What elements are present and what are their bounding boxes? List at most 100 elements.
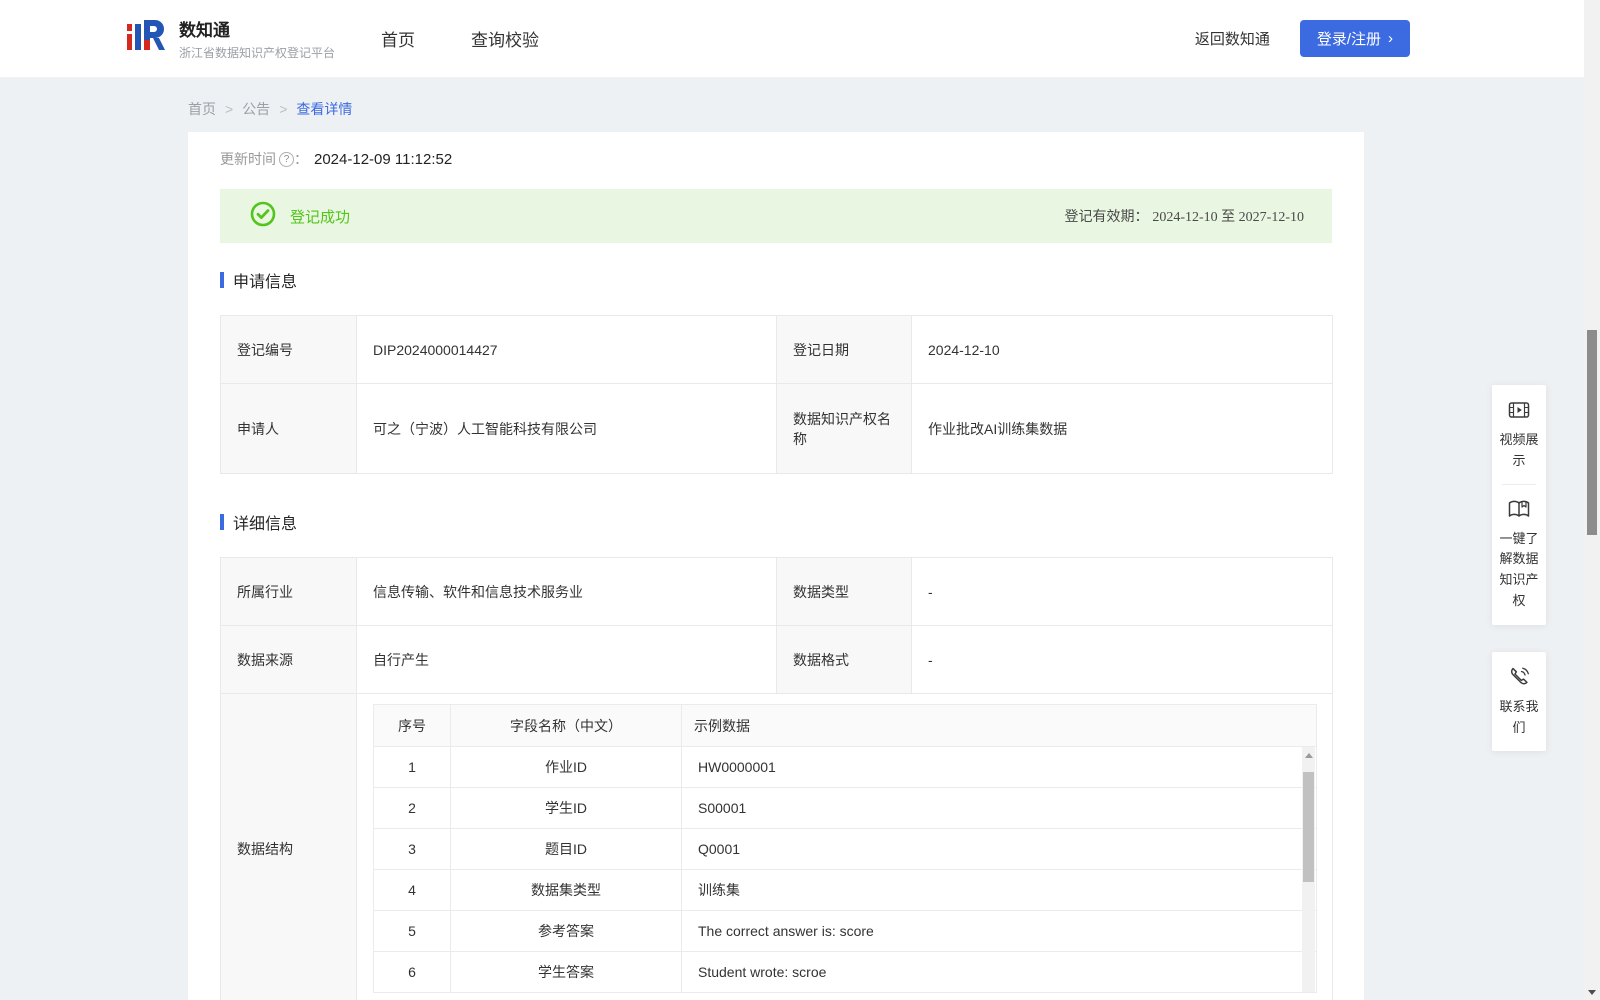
- nav-item-verify[interactable]: 查询校验: [471, 26, 539, 51]
- structure-row: 6 学生答案 Student wrote: scroe: [373, 951, 1317, 993]
- field-label: 数据格式: [776, 625, 912, 694]
- scroll-down-arrow-icon[interactable]: [1588, 990, 1596, 995]
- field-value: -: [911, 625, 1333, 694]
- field-label: 申请人: [220, 383, 357, 474]
- cell-sample: S00001: [681, 787, 1317, 829]
- field-value: -: [911, 557, 1333, 626]
- registration-status-banner: 登记成功 登记有效期： 2024-12-10 至 2027-12-10: [220, 189, 1332, 243]
- cell-index: 6: [373, 951, 451, 993]
- table-row: 所属行业 信息传输、软件和信息技术服务业 数据类型 -: [220, 557, 1333, 626]
- field-value: 可之（宁波）人工智能科技有限公司: [356, 383, 777, 474]
- back-to-shuzhitong-link[interactable]: 返回数知通: [1195, 28, 1270, 49]
- field-value: 自行产生: [356, 625, 777, 694]
- structure-cell: 序号 字段名称（中文） 示例数据 1 作业ID HW0000001 2 学生ID…: [356, 693, 1333, 1000]
- contact-us-label: 联系我们: [1499, 698, 1539, 735]
- section-title-application: 申请信息: [220, 268, 1332, 292]
- page-scrollbar-thumb[interactable]: [1587, 330, 1597, 535]
- breadcrumb: 首页 > 公告 > 查看详情: [188, 99, 1600, 119]
- field-value: 信息传输、软件和信息技术服务业: [356, 557, 777, 626]
- data-structure-table: 序号 字段名称（中文） 示例数据 1 作业ID HW0000001 2 学生ID…: [373, 704, 1317, 993]
- cell-index: 2: [373, 787, 451, 829]
- structure-row: 3 题目ID Q0001: [373, 828, 1317, 870]
- update-time-value: 2024-12-09 11:12:52: [314, 150, 453, 168]
- detail-info-table: 所属行业 信息传输、软件和信息技术服务业 数据类型 - 数据来源 自行产生 数据…: [220, 557, 1333, 1000]
- structure-row: 2 学生ID S00001: [373, 787, 1317, 829]
- cell-sample: 训练集: [681, 869, 1317, 911]
- field-label: 数据知识产权名称: [776, 383, 912, 474]
- logo-mark-icon: [125, 14, 169, 63]
- contact-us-button[interactable]: 联系我们: [1492, 651, 1546, 752]
- status-text: 登记成功: [290, 208, 351, 226]
- video-demo-button[interactable]: 视频展示: [1494, 398, 1544, 472]
- validity-value: 2024-12-10 至 2027-12-10: [1152, 210, 1304, 225]
- breadcrumb-separator: >: [279, 101, 288, 117]
- update-time-label: 更新时间: [220, 151, 276, 167]
- login-register-button[interactable]: 登录/注册 ›: [1299, 20, 1410, 57]
- cell-index: 5: [373, 910, 451, 952]
- quick-guide-button[interactable]: 一键了解数据知识产权: [1494, 497, 1544, 612]
- field-label: 数据类型: [776, 557, 912, 626]
- logo-title: 数知通: [179, 21, 230, 40]
- scroll-up-arrow-icon[interactable]: [1304, 753, 1313, 758]
- site-logo[interactable]: 数知通 浙江省数据知识产权登记平台: [125, 14, 335, 63]
- cell-sample: Q0001: [681, 828, 1317, 870]
- structure-row: 5 参考答案 The correct answer is: score: [373, 910, 1317, 952]
- breadcrumb-announcement[interactable]: 公告: [242, 99, 270, 119]
- quick-guide-label: 一键了解数据知识产权: [1499, 530, 1539, 608]
- cell-field-name: 题目ID: [450, 828, 682, 870]
- structure-row: 1 作业ID HW0000001: [373, 746, 1317, 788]
- field-value: 作业批改AI训练集数据: [911, 383, 1333, 474]
- video-icon: [1508, 402, 1530, 418]
- field-value: 2024-12-10: [911, 315, 1333, 384]
- section-marker: [220, 514, 224, 530]
- cell-sample: The correct answer is: score: [681, 910, 1317, 952]
- book-icon: [1508, 500, 1530, 517]
- cell-sample: Student wrote: scroe: [681, 951, 1317, 993]
- table-row: 登记编号 DIP2024000014427 登记日期 2024-12-10: [220, 315, 1333, 384]
- update-time-row: 更新时间 ? ： 2024-12-09 11:12:52: [220, 149, 1332, 169]
- nav-item-home[interactable]: 首页: [381, 26, 415, 51]
- column-header: 字段名称（中文）: [450, 704, 682, 747]
- floating-side-panel: 视频展示 一键了解数据知识产权 联系我们: [1492, 385, 1546, 752]
- video-demo-label: 视频展示: [1499, 432, 1539, 468]
- structure-header-row: 序号 字段名称（中文） 示例数据: [373, 704, 1317, 747]
- main-nav: 首页 查询校验: [381, 26, 539, 51]
- divider: [1502, 483, 1536, 485]
- top-bar: 数知通 浙江省数据知识产权登记平台 首页 查询校验 返回数知通 登录/注册 ›: [0, 0, 1600, 78]
- section-marker: [220, 272, 224, 288]
- update-time-colon: ：: [294, 151, 308, 167]
- table-row-structure: 数据结构 序号 字段名称（中文） 示例数据 1 作业ID HW0000001 2…: [220, 693, 1333, 1000]
- field-label: 登记编号: [220, 315, 357, 384]
- breadcrumb-home[interactable]: 首页: [188, 99, 216, 119]
- help-icon[interactable]: ?: [279, 151, 294, 167]
- cell-index: 1: [373, 746, 451, 788]
- field-label: 数据来源: [220, 625, 357, 694]
- detail-card: 更新时间 ? ： 2024-12-09 11:12:52 登记成功 登记有效期：…: [188, 132, 1364, 1000]
- chevron-right-icon: ›: [1388, 30, 1393, 47]
- structure-table-scrollbar[interactable]: [1302, 747, 1315, 992]
- cell-field-name: 数据集类型: [450, 869, 682, 911]
- cell-field-name: 参考答案: [450, 910, 682, 952]
- cell-sample: HW0000001: [681, 746, 1317, 788]
- structure-row: 4 数据集类型 训练集: [373, 869, 1317, 911]
- breadcrumb-separator: >: [225, 101, 234, 117]
- cell-field-name: 作业ID: [450, 746, 682, 788]
- field-value: DIP2024000014427: [356, 315, 777, 384]
- application-info-table: 登记编号 DIP2024000014427 登记日期 2024-12-10 申请…: [220, 315, 1333, 474]
- table-row: 数据来源 自行产生 数据格式 -: [220, 625, 1333, 694]
- success-check-icon: [250, 201, 276, 232]
- breadcrumb-current: 查看详情: [296, 101, 353, 117]
- field-label: 登记日期: [776, 315, 912, 384]
- phone-icon: [1510, 667, 1529, 685]
- cell-index: 3: [373, 828, 451, 870]
- table-row: 申请人 可之（宁波）人工智能科技有限公司 数据知识产权名称 作业批改AI训练集数…: [220, 383, 1333, 474]
- page-scrollbar[interactable]: [1584, 0, 1600, 1000]
- column-header: 序号: [373, 704, 451, 747]
- logo-subtitle: 浙江省数据知识产权登记平台: [179, 46, 336, 60]
- cell-field-name: 学生答案: [450, 951, 682, 993]
- validity-label: 登记有效期：: [1064, 208, 1149, 224]
- section-title-detail: 详细信息: [220, 510, 1332, 534]
- cell-field-name: 学生ID: [450, 787, 682, 829]
- structure-table-wrap: 序号 字段名称（中文） 示例数据 1 作业ID HW0000001 2 学生ID…: [373, 704, 1317, 993]
- structure-scrollbar-thumb[interactable]: [1303, 772, 1314, 882]
